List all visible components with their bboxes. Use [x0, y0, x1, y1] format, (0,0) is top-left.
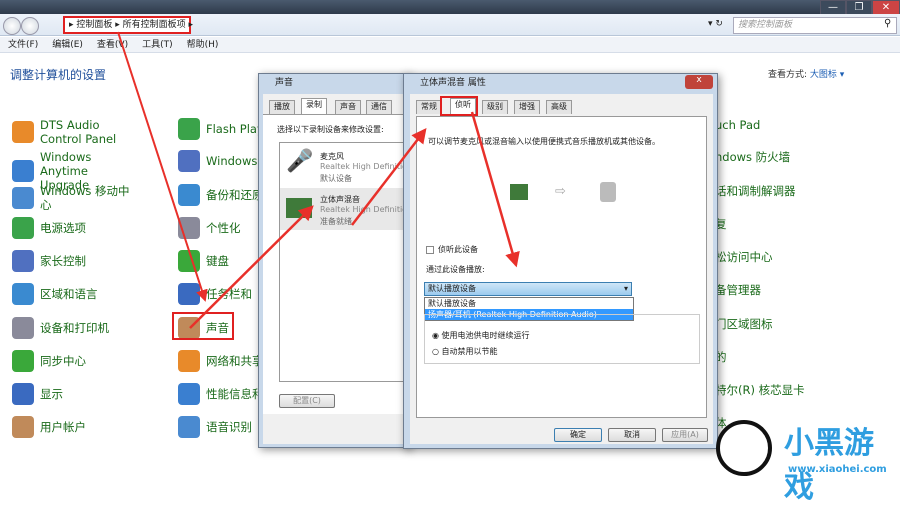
- arrow-line: [117, 31, 208, 302]
- arrow-line: [470, 111, 520, 268]
- watermark-logo: 小黑游戏 www.xiaohei.com: [712, 414, 900, 505]
- annotation-arrows: [117, 31, 520, 329]
- watermark-text: 小黑游戏: [784, 426, 874, 505]
- arrow-line: [351, 128, 427, 226]
- panda-icon: [716, 420, 772, 476]
- arrow-line: [189, 205, 314, 329]
- watermark-url: www.xiaohei.com: [788, 464, 887, 475]
